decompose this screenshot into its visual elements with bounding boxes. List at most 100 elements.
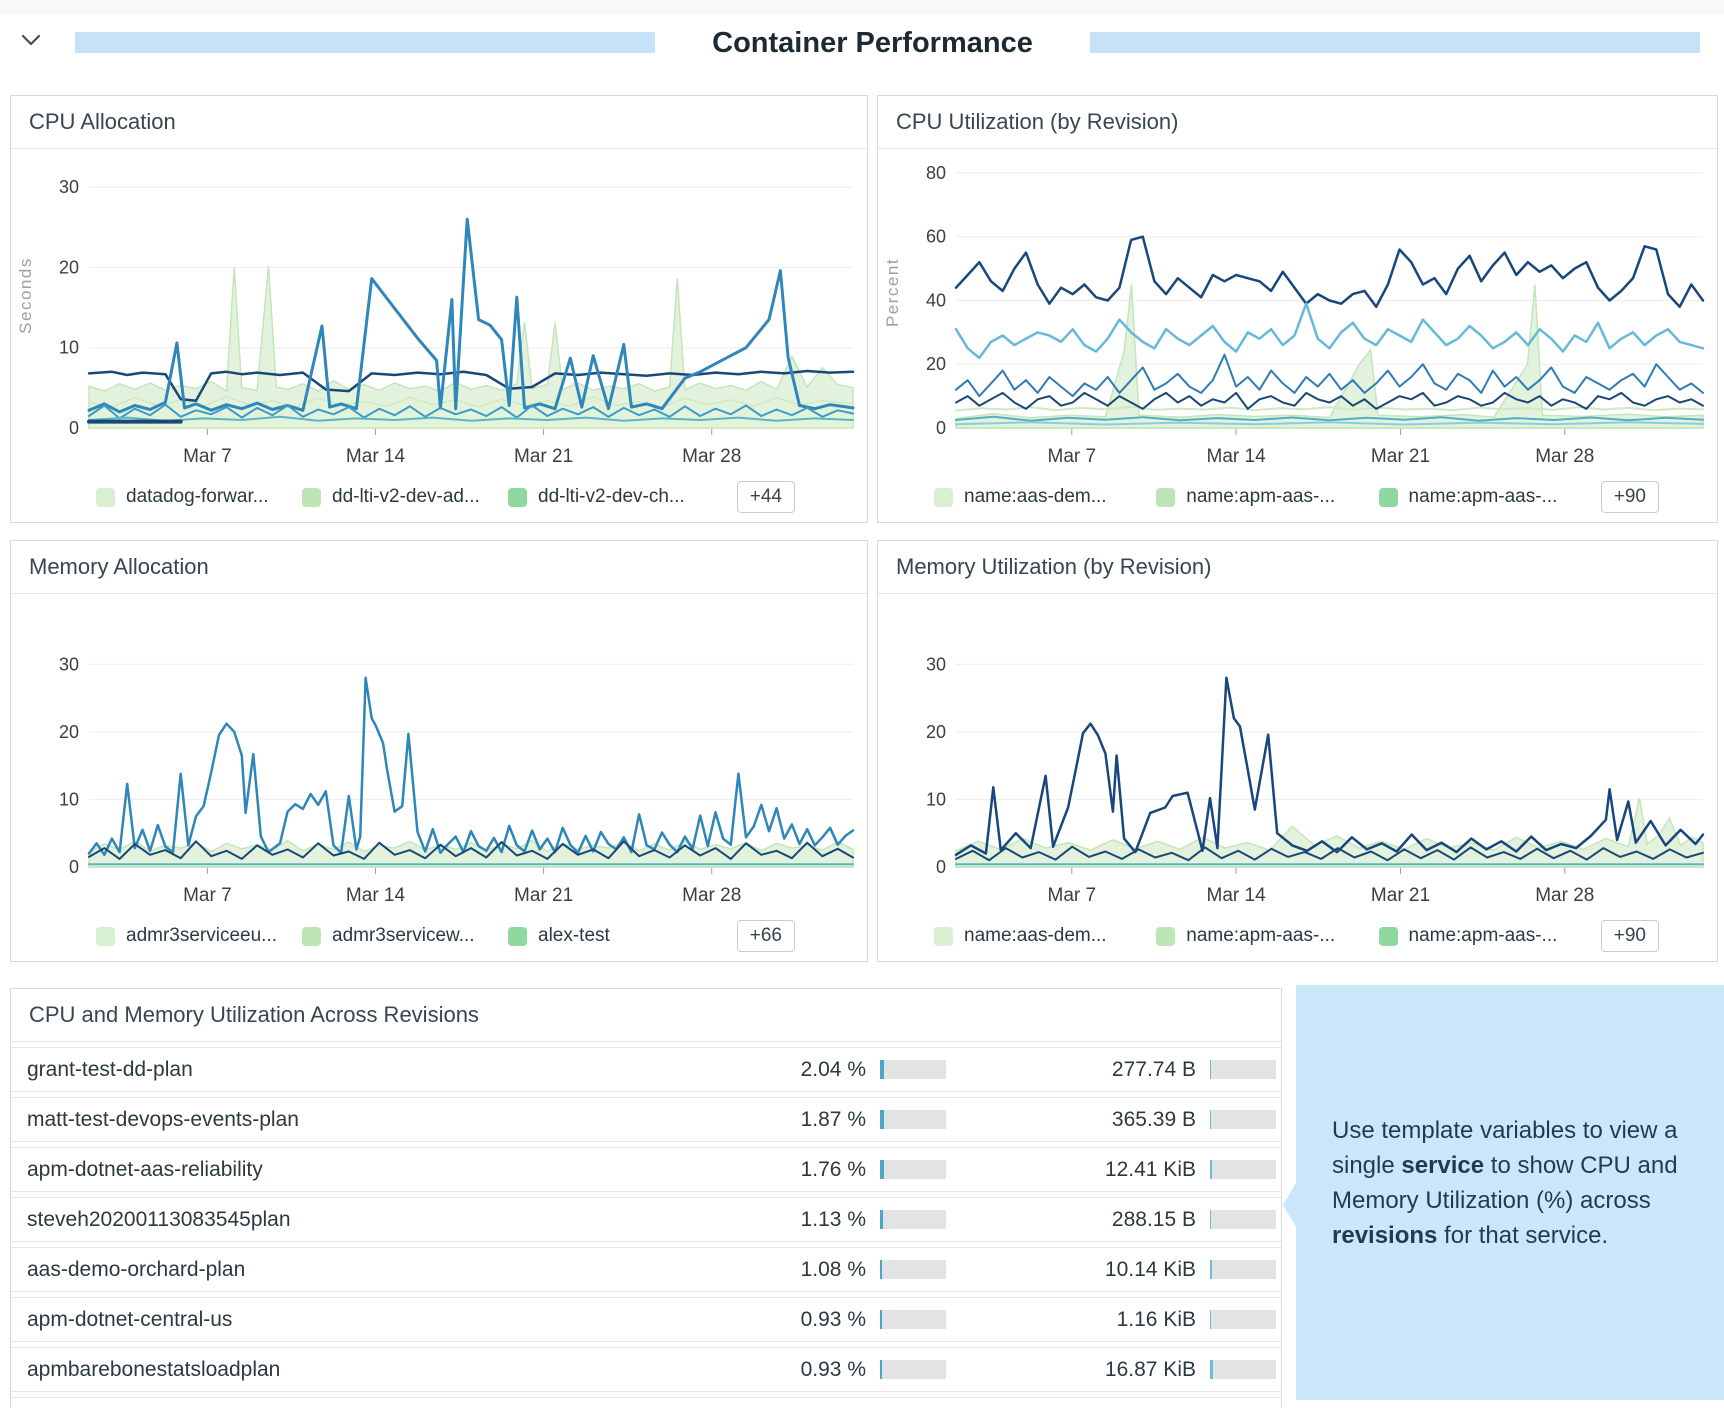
legend-item[interactable]: name:apm-aas-... (1156, 925, 1378, 947)
legend-label: alex-test (538, 925, 610, 947)
legend-item[interactable]: name:apm-aas-... (1156, 486, 1378, 508)
svg-text:20: 20 (926, 722, 946, 742)
revision-name: grant-test-dd-plan (11, 1058, 726, 1082)
top-strip (0, 0, 1724, 14)
memory-usage-bar (1210, 1060, 1276, 1079)
memory-utilization-chart[interactable]: 0102030Mar 7Mar 14Mar 21Mar 28 (878, 594, 1717, 913)
svg-text:30: 30 (59, 177, 79, 197)
chart-title-memory-utilization: Memory Utilization (by Revision) (878, 541, 1717, 594)
revision-name: aas-demo-orchard-plan (11, 1258, 726, 1282)
svg-text:10: 10 (59, 789, 79, 809)
memory-usage-bar (1210, 1160, 1276, 1179)
svg-text:Mar 21: Mar 21 (514, 885, 573, 906)
memory-allocation-chart[interactable]: 0102030Mar 7Mar 14Mar 21Mar 28 (11, 594, 867, 913)
table-row[interactable]: grant-test-dd-plan2.04 %277.74 B (11, 1047, 1281, 1092)
cpu-usage-bar (880, 1260, 946, 1279)
legend-label: name:apm-aas-... (1186, 925, 1335, 947)
cpu-allocation-chart[interactable]: 0102030Mar 7Mar 14Mar 21Mar 28Seconds (11, 149, 867, 474)
legend-swatch (508, 488, 527, 507)
svg-text:Mar 7: Mar 7 (183, 885, 232, 906)
legend-label: dd-lti-v2-dev-ad... (332, 486, 480, 508)
table-row[interactable]: apm-dotnet-aas-reliability1.76 %12.41 Ki… (11, 1147, 1281, 1192)
table-row[interactable]: apm-dotnet-central-us0.93 %1.16 KiB (11, 1297, 1281, 1342)
note-text: Use template variables to view a single … (1296, 985, 1724, 1253)
table-row[interactable]: aas-demo-orchard-plan1.08 %10.14 KiB (11, 1247, 1281, 1292)
memory-value: 16.87 KiB (946, 1358, 1196, 1382)
revision-name: steveh20200113083545plan (11, 1208, 726, 1232)
legend-item[interactable]: name:apm-aas-... (1379, 925, 1601, 947)
svg-text:Mar 7: Mar 7 (183, 446, 232, 467)
cpu-value: 2.04 % (726, 1058, 866, 1082)
legend-swatch (302, 927, 321, 946)
revision-name: matt-test-devops-events-plan (11, 1108, 726, 1132)
legend-label: datadog-forwar... (126, 486, 269, 508)
legend-label: dd-lti-v2-dev-ch... (538, 486, 685, 508)
table-row[interactable]: apmbarebonestatsloadplan0.93 %16.87 KiB (11, 1347, 1281, 1392)
svg-text:60: 60 (926, 227, 946, 247)
panel-cpu-utilization: CPU Utilization (by Revision) 020406080M… (877, 95, 1718, 523)
note-arrow (1283, 1183, 1296, 1227)
panel-memory-allocation: Memory Allocation 0102030Mar 7Mar 14Mar … (10, 540, 868, 962)
cpu-usage-bar (880, 1110, 946, 1129)
legend-swatch (96, 927, 115, 946)
legend-item[interactable]: alex-test (508, 925, 714, 947)
cpu-utilization-chart[interactable]: 020406080Mar 7Mar 14Mar 21Mar 28Percent (878, 149, 1717, 474)
chart-title-memory-allocation: Memory Allocation (11, 541, 867, 594)
svg-text:0: 0 (936, 857, 946, 877)
svg-text:20: 20 (59, 722, 79, 742)
header-accent-bar-right (1090, 32, 1700, 53)
svg-text:20: 20 (926, 354, 946, 374)
legend-item[interactable]: name:apm-aas-... (1379, 486, 1601, 508)
legend-item[interactable]: dd-lti-v2-dev-ch... (508, 486, 714, 508)
legend-item[interactable]: name:aas-dem... (934, 486, 1156, 508)
table-row[interactable]: steveh20200113083545plan1.13 %288.15 B (11, 1197, 1281, 1242)
legend-label: name:apm-aas-... (1409, 486, 1558, 508)
memory-value: 288.15 B (946, 1208, 1196, 1232)
chevron-down-icon[interactable] (20, 33, 42, 47)
svg-text:Mar 28: Mar 28 (682, 446, 741, 467)
legend-item[interactable]: dd-lti-v2-dev-ad... (302, 486, 508, 508)
section-header: Container Performance (0, 20, 1724, 66)
svg-text:0: 0 (69, 418, 79, 438)
svg-text:10: 10 (59, 338, 79, 358)
cpu-value: 1.87 % (726, 1108, 866, 1132)
cpu-usage-bar (880, 1210, 946, 1229)
svg-text:30: 30 (926, 654, 946, 674)
memory-utilization-legend: name:aas-dem... name:apm-aas-... name:apm-… (878, 917, 1717, 955)
svg-text:Mar 7: Mar 7 (1048, 446, 1097, 467)
legend-swatch (302, 488, 321, 507)
legend-label: name:apm-aas-... (1186, 486, 1335, 508)
svg-text:10: 10 (926, 789, 946, 809)
legend-item[interactable]: name:aas-dem... (934, 925, 1156, 947)
chart-title-cpu-allocation: CPU Allocation (11, 96, 867, 149)
legend-item[interactable]: admr3servicew... (302, 925, 508, 947)
chart-title-cpu-utilization: CPU Utilization (by Revision) (878, 96, 1717, 149)
revision-name: apm-dotnet-aas-reliability (11, 1158, 726, 1182)
svg-text:Mar 21: Mar 21 (1371, 446, 1430, 467)
cpu-usage-bar (880, 1360, 946, 1379)
legend-item[interactable]: datadog-forwar... (96, 486, 302, 508)
svg-text:Mar 14: Mar 14 (1207, 885, 1267, 906)
legend-item[interactable]: admr3serviceeu... (96, 925, 302, 947)
legend-overflow-button[interactable]: +90 (1601, 481, 1659, 513)
memory-allocation-legend: admr3serviceeu...admr3servicew... alex-te… (11, 917, 867, 955)
legend-swatch (1379, 927, 1398, 946)
cpu-usage-bar (880, 1310, 946, 1329)
revision-name: apm-dotnet-central-us (11, 1308, 726, 1332)
legend-label: name:apm-aas-... (1409, 925, 1558, 947)
svg-text:Mar 28: Mar 28 (1535, 446, 1594, 467)
legend-overflow-button[interactable]: +66 (737, 920, 795, 952)
legend-swatch (1156, 488, 1175, 507)
memory-usage-bar (1210, 1210, 1276, 1229)
svg-text:20: 20 (59, 257, 79, 277)
memory-usage-bar (1210, 1110, 1276, 1129)
svg-text:40: 40 (926, 291, 946, 311)
legend-overflow-button[interactable]: +44 (737, 481, 795, 513)
svg-text:80: 80 (926, 163, 946, 183)
legend-swatch (1379, 488, 1398, 507)
table-row[interactable]: matt-test-devops-events-plan1.87 %365.39… (11, 1097, 1281, 1142)
cpu-value: 0.93 % (726, 1358, 866, 1382)
svg-text:Mar 14: Mar 14 (1207, 446, 1267, 467)
memory-usage-bar (1210, 1360, 1276, 1379)
legend-overflow-button[interactable]: +90 (1601, 920, 1659, 952)
